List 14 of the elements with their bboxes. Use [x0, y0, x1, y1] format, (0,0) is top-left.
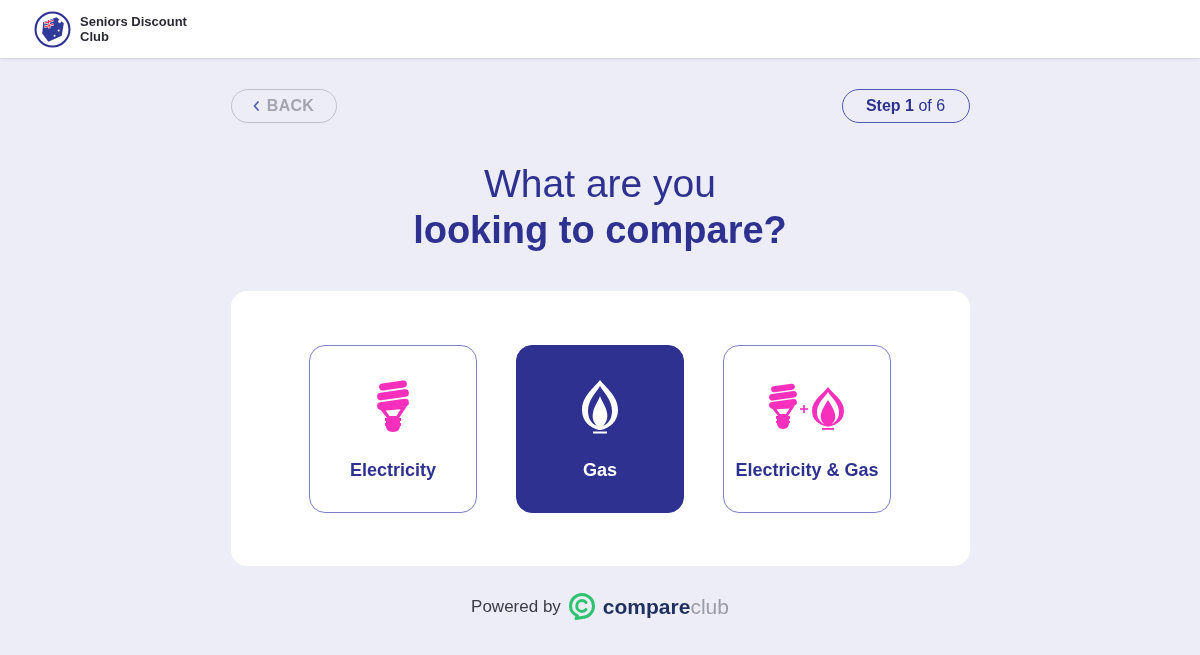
- brand-name: Seniors Discount Club: [80, 14, 188, 44]
- heading-text: looking to compare?: [413, 208, 787, 253]
- flag-tag-logo-icon: [34, 10, 71, 48]
- option-tile[interactable]: Electricity & Gas: [723, 345, 891, 513]
- compareclub-wordmark: compareclub: [602, 594, 729, 619]
- powered-by-text: Powered by: [471, 596, 561, 617]
- bulb-plus-flame-icon: [768, 383, 846, 431]
- option-tile[interactable]: Electricity: [309, 345, 477, 513]
- chevron-left-icon: [252, 101, 259, 111]
- option-tile[interactable]: Gas: [516, 345, 684, 513]
- flame-icon: [580, 380, 620, 434]
- bulb-icon: [376, 380, 410, 434]
- heading-text: What are you: [484, 161, 716, 207]
- speech-bubble-c-icon: [568, 593, 595, 620]
